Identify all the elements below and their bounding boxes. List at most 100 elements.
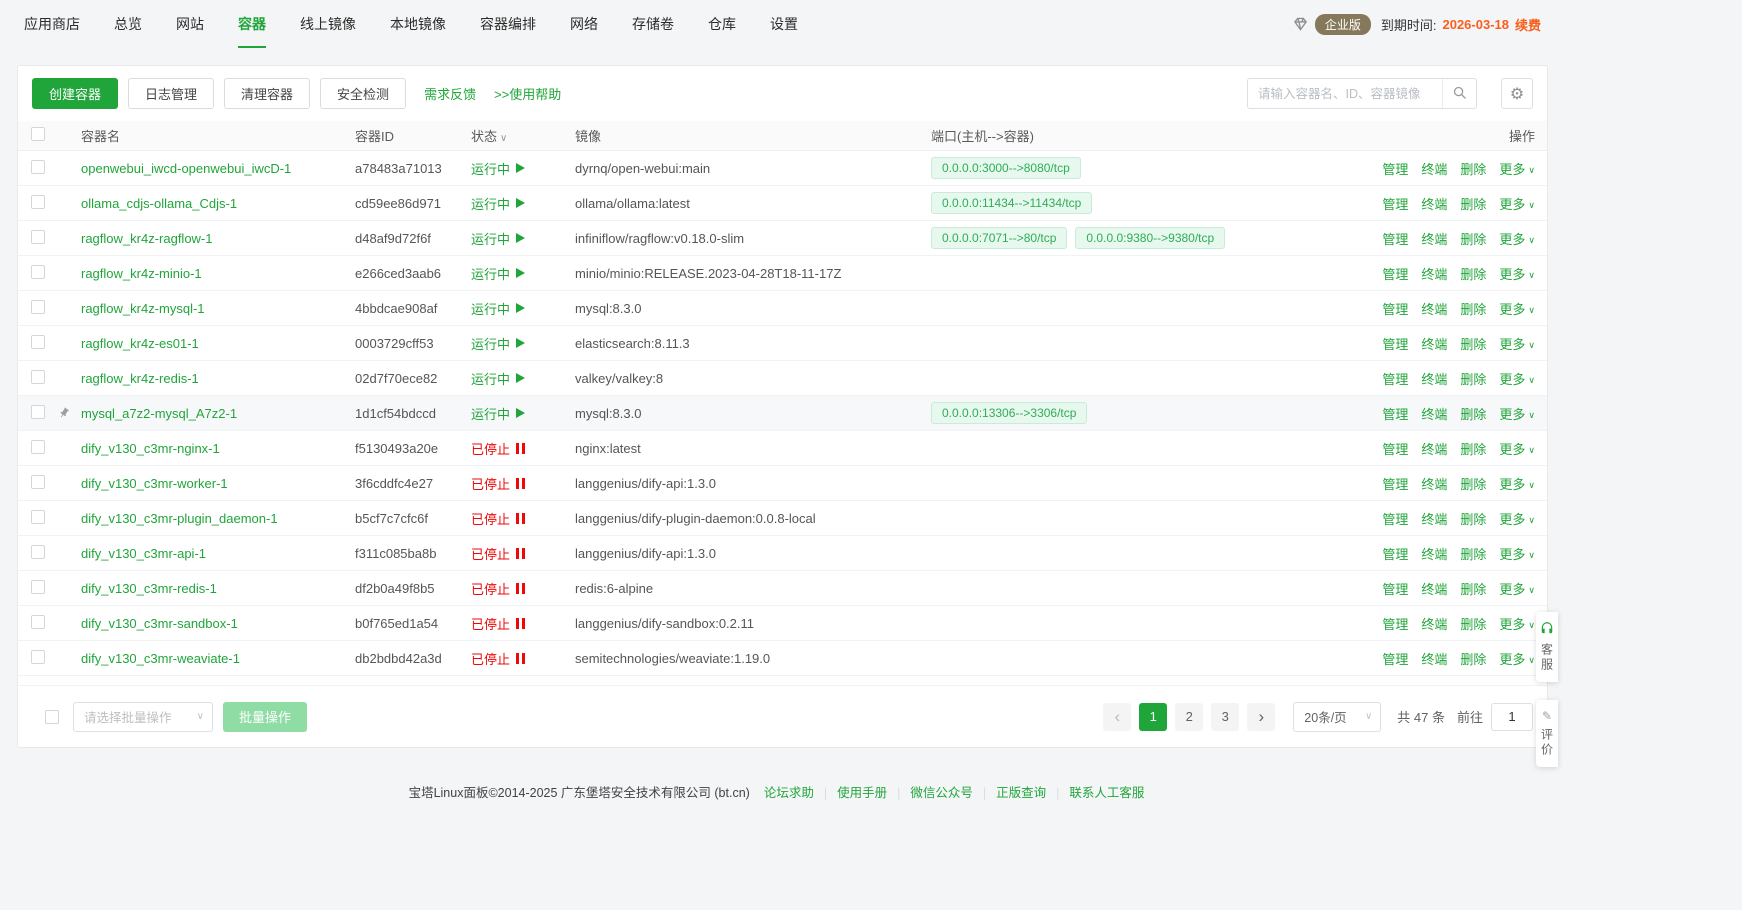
action-more[interactable]: 更多∨ (1499, 299, 1535, 318)
row-checkbox[interactable] (31, 475, 45, 489)
container-name-link[interactable]: ollama_cdjs-ollama_Cdjs-1 (81, 196, 237, 211)
row-checkbox[interactable] (31, 160, 45, 174)
container-name-link[interactable]: dify_v130_c3mr-redis-1 (81, 581, 217, 596)
select-all-checkbox[interactable] (31, 127, 45, 141)
action-delete[interactable]: 删除 (1460, 229, 1486, 248)
page-button-1[interactable]: 1 (1139, 703, 1167, 731)
security-check-button[interactable]: 安全检测 (320, 78, 406, 109)
action-more[interactable]: 更多∨ (1499, 649, 1535, 668)
action-delete[interactable]: 删除 (1460, 544, 1486, 563)
action-terminal[interactable]: 终端 (1421, 544, 1447, 563)
row-checkbox[interactable] (31, 300, 45, 314)
row-checkbox[interactable] (31, 615, 45, 629)
action-more[interactable]: 更多∨ (1499, 579, 1535, 598)
container-name-link[interactable]: ragflow_kr4z-minio-1 (81, 266, 202, 281)
footer-link-1[interactable]: 论坛求助 (764, 786, 814, 800)
nav-item-4[interactable]: 容器 (238, 0, 266, 48)
create-container-button[interactable]: 创建容器 (32, 78, 118, 109)
row-checkbox[interactable] (31, 230, 45, 244)
batch-action-select[interactable]: 请选择批量操作 ∨ (73, 702, 213, 732)
action-delete[interactable]: 删除 (1460, 404, 1486, 423)
action-delete[interactable]: 删除 (1460, 194, 1486, 213)
action-more[interactable]: 更多∨ (1499, 229, 1535, 248)
action-manage[interactable]: 管理 (1382, 684, 1408, 686)
action-more[interactable]: 更多∨ (1499, 369, 1535, 388)
action-terminal[interactable]: 终端 (1421, 404, 1447, 423)
action-terminal[interactable]: 终端 (1421, 579, 1447, 598)
action-terminal[interactable]: 终端 (1421, 194, 1447, 213)
nav-item-11[interactable]: 设置 (770, 0, 798, 48)
footer-link-4[interactable]: 正版查询 (996, 786, 1046, 800)
nav-item-5[interactable]: 线上镜像 (300, 0, 356, 48)
row-checkbox[interactable] (31, 265, 45, 279)
nav-item-10[interactable]: 仓库 (708, 0, 736, 48)
customer-service-tab[interactable]: 客服 (1536, 612, 1558, 682)
container-name-link[interactable]: dify_v130_c3mr-nginx-1 (81, 441, 220, 456)
action-more[interactable]: 更多∨ (1499, 684, 1535, 686)
action-more[interactable]: 更多∨ (1499, 544, 1535, 563)
search-input[interactable] (1248, 87, 1442, 101)
action-terminal[interactable]: 终端 (1421, 369, 1447, 388)
footer-link-2[interactable]: 使用手册 (837, 786, 887, 800)
action-more[interactable]: 更多∨ (1499, 159, 1535, 178)
feedback-link[interactable]: 需求反馈 (424, 84, 476, 103)
action-more[interactable]: 更多∨ (1499, 194, 1535, 213)
nav-item-6[interactable]: 本地镜像 (390, 0, 446, 48)
action-manage[interactable]: 管理 (1382, 264, 1408, 283)
nav-item-7[interactable]: 容器编排 (480, 0, 536, 48)
row-checkbox[interactable] (31, 195, 45, 209)
action-terminal[interactable]: 终端 (1421, 649, 1447, 668)
action-delete[interactable]: 删除 (1460, 474, 1486, 493)
row-checkbox[interactable] (31, 405, 45, 419)
page-button-3[interactable]: 3 (1211, 703, 1239, 731)
row-checkbox[interactable] (31, 440, 45, 454)
action-manage[interactable]: 管理 (1382, 509, 1408, 528)
help-link[interactable]: >>使用帮助 (494, 84, 561, 103)
action-manage[interactable]: 管理 (1382, 579, 1408, 598)
container-name-link[interactable]: ragflow_kr4z-mysql-1 (81, 301, 205, 316)
container-name-link[interactable]: ragflow_kr4z-redis-1 (81, 371, 199, 386)
action-more[interactable]: 更多∨ (1499, 334, 1535, 353)
nav-item-2[interactable]: 总览 (114, 0, 142, 48)
action-terminal[interactable]: 终端 (1421, 509, 1447, 528)
action-terminal[interactable]: 终端 (1421, 334, 1447, 353)
action-terminal[interactable]: 终端 (1421, 299, 1447, 318)
prev-page-button[interactable]: ‹ (1103, 703, 1131, 731)
page-button-2[interactable]: 2 (1175, 703, 1203, 731)
nav-item-1[interactable]: 应用商店 (24, 0, 80, 48)
container-name-link[interactable]: openwebui_iwcd-openwebui_iwcD-1 (81, 161, 291, 176)
action-delete[interactable]: 删除 (1460, 684, 1486, 686)
action-manage[interactable]: 管理 (1382, 299, 1408, 318)
action-more[interactable]: 更多∨ (1499, 509, 1535, 528)
action-delete[interactable]: 删除 (1460, 264, 1486, 283)
clean-container-button[interactable]: 清理容器 (224, 78, 310, 109)
next-page-button[interactable]: › (1247, 703, 1275, 731)
container-name-link[interactable]: ragflow_kr4z-ragflow-1 (81, 231, 213, 246)
row-checkbox[interactable] (31, 650, 45, 664)
action-delete[interactable]: 删除 (1460, 614, 1486, 633)
action-terminal[interactable]: 终端 (1421, 159, 1447, 178)
action-terminal[interactable]: 终端 (1421, 264, 1447, 283)
action-delete[interactable]: 删除 (1460, 159, 1486, 178)
action-delete[interactable]: 删除 (1460, 579, 1486, 598)
page-size-select[interactable]: 20条/页 ∨ (1293, 702, 1381, 732)
action-manage[interactable]: 管理 (1382, 649, 1408, 668)
action-manage[interactable]: 管理 (1382, 544, 1408, 563)
nav-item-9[interactable]: 存储卷 (632, 0, 674, 48)
action-delete[interactable]: 删除 (1460, 509, 1486, 528)
action-delete[interactable]: 删除 (1460, 334, 1486, 353)
container-name-link[interactable]: dify_v130_c3mr-api-1 (81, 546, 206, 561)
action-manage[interactable]: 管理 (1382, 404, 1408, 423)
footer-link-5[interactable]: 联系人工客服 (1069, 786, 1144, 800)
container-name-link[interactable]: ragflow_kr4z-es01-1 (81, 336, 199, 351)
action-more[interactable]: 更多∨ (1499, 439, 1535, 458)
row-checkbox[interactable] (31, 685, 45, 686)
action-more[interactable]: 更多∨ (1499, 614, 1535, 633)
action-manage[interactable]: 管理 (1382, 194, 1408, 213)
nav-item-3[interactable]: 网站 (176, 0, 204, 48)
nav-item-8[interactable]: 网络 (570, 0, 598, 48)
row-checkbox[interactable] (31, 370, 45, 384)
action-more[interactable]: 更多∨ (1499, 264, 1535, 283)
action-delete[interactable]: 删除 (1460, 369, 1486, 388)
row-checkbox[interactable] (31, 335, 45, 349)
